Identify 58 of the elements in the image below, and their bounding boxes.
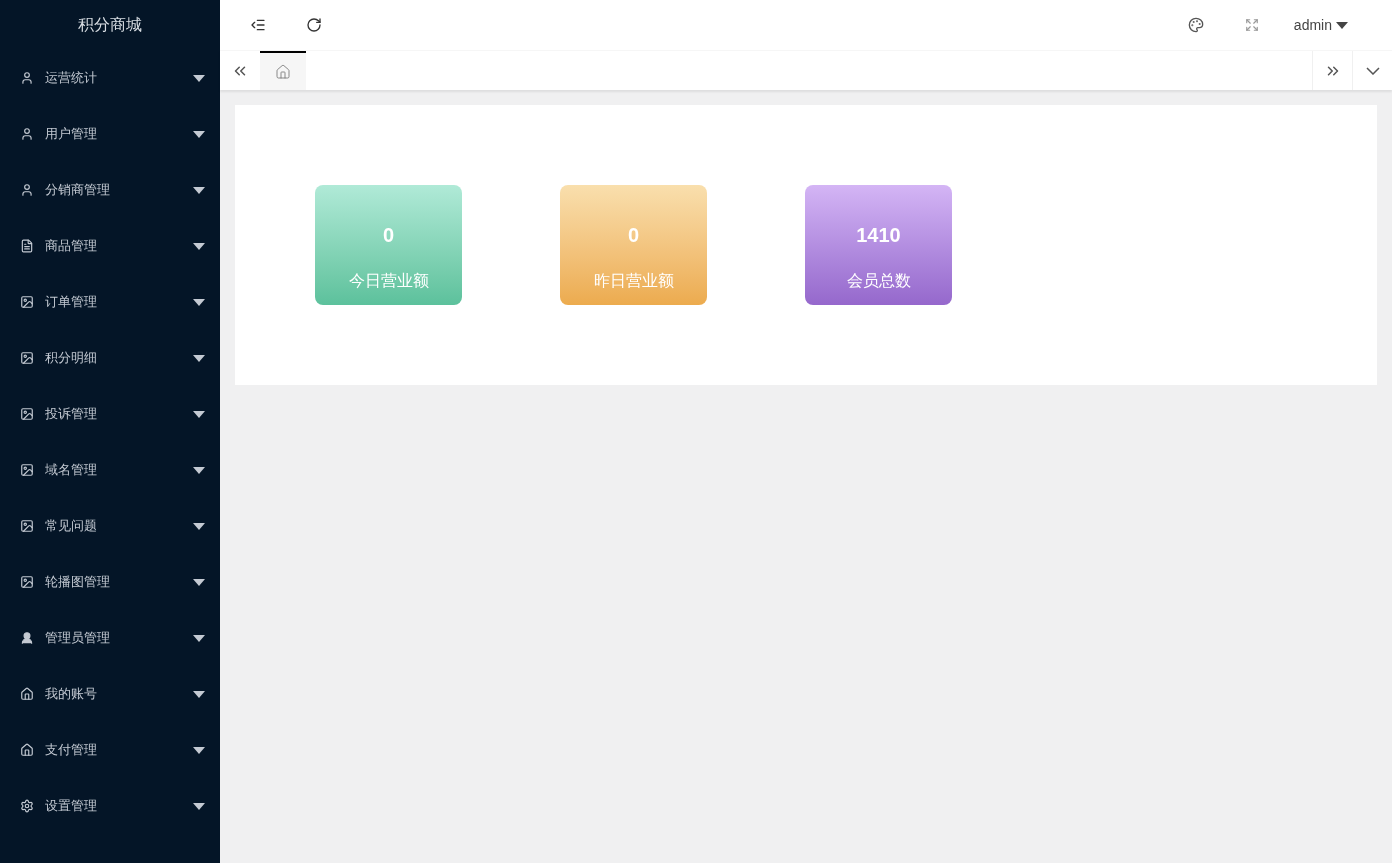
sidebar-item[interactable]: 管理员管理 [0,610,220,666]
image-icon [20,295,34,309]
stat-value: 0 [627,223,640,247]
sidebar-item[interactable]: 分销商管理 [0,162,220,218]
image-icon [20,351,34,365]
refresh-icon [306,17,322,33]
fullscreen-icon [1244,18,1259,32]
caret-icon [193,746,205,754]
sidebar-item[interactable]: 设置管理 [0,778,220,834]
sidebar-item[interactable]: 投诉管理 [0,386,220,442]
user-icon [20,183,34,197]
sidebar-item[interactable]: 运营统计 [0,50,220,106]
sidebar-item[interactable]: 我的账号 [0,666,220,722]
caret-icon [193,130,205,138]
caret-icon [193,74,205,82]
settings-icon [20,799,34,813]
user-icon [20,71,34,85]
stat-value: 0 [382,223,395,247]
user-menu[interactable]: admin [1279,0,1392,50]
caret-icon [193,242,205,250]
sidebar-item[interactable]: 域名管理 [0,442,220,498]
home-icon [20,687,34,701]
caret-icon [193,410,205,418]
sidebar-item[interactable]: 积分明细 [0,330,220,386]
sidebar-item[interactable]: 轮播图管理 [0,554,220,610]
caret-icon [193,522,205,530]
stat-label: 会员总数 [846,271,911,291]
caret-icon [1336,21,1348,29]
sidebar-item[interactable]: 订单管理 [0,274,220,330]
caret-icon [193,466,205,474]
image-icon [20,463,34,477]
caret-icon [193,186,205,194]
sidebar-item[interactable]: 用户管理 [0,106,220,162]
caret-icon [193,690,205,698]
person-icon [20,631,34,645]
stat-label: 今日营业额 [348,271,429,291]
sidebar-item[interactable]: 支付管理 [0,722,220,778]
chevron-down-icon [1365,66,1380,75]
home-icon [275,63,291,80]
image-icon [20,407,34,421]
caret-icon [193,354,205,362]
caret-icon [193,634,205,642]
stat-label: 昨日营业额 [593,271,674,291]
home-icon [20,743,34,757]
caret-icon [193,578,205,586]
caret-icon [193,298,205,306]
user-icon [20,127,34,141]
palette-icon [1187,17,1204,33]
app-title: 积分商城 [78,15,142,35]
stat-value: 1410 [856,223,901,247]
indent-icon [250,17,266,33]
home-tab[interactable] [260,51,306,90]
sidebar-item[interactable]: 商品管理 [0,218,220,274]
document-icon [20,239,34,253]
image-icon [20,519,34,533]
image-icon [20,575,34,589]
caret-icon [193,802,205,810]
sidebar-item[interactable]: 常见问题 [0,498,220,554]
